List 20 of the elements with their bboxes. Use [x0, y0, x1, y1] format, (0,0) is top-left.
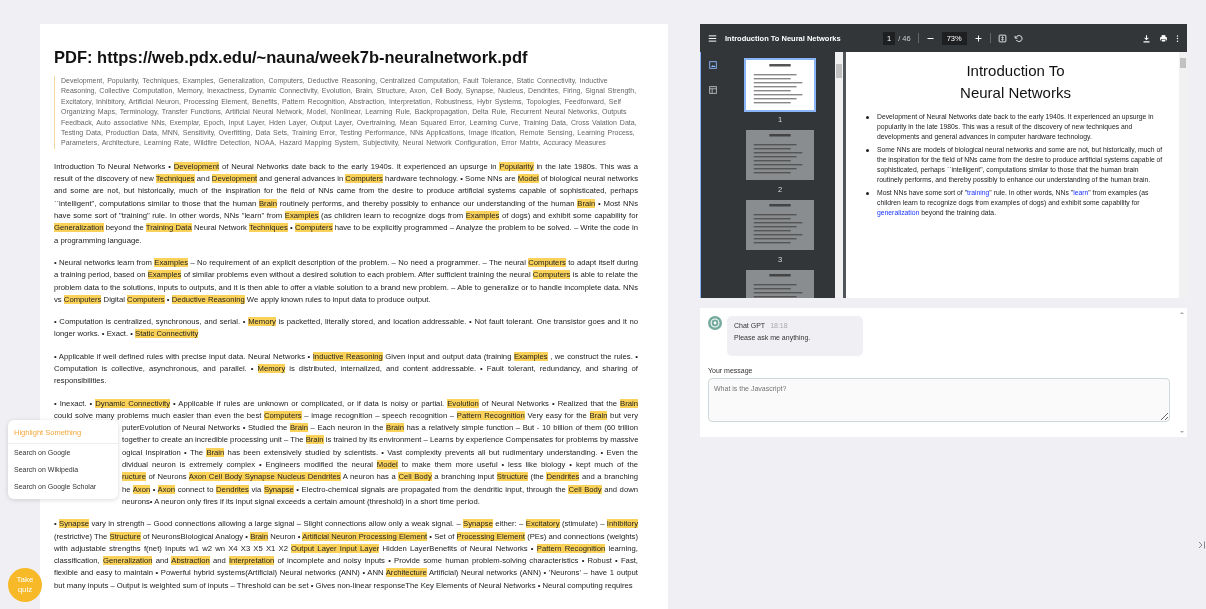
scrollbar[interactable] [835, 52, 843, 298]
fit-page-icon[interactable] [997, 33, 1007, 43]
bullet-dot [866, 116, 869, 119]
rotate-icon[interactable] [1013, 33, 1023, 43]
more-icon[interactable] [1176, 33, 1179, 43]
zoom-in-icon[interactable] [973, 33, 983, 43]
bullet-dot [866, 192, 869, 195]
page-thumbnail[interactable] [746, 60, 814, 110]
page-thumbnail[interactable] [746, 200, 814, 250]
page-thumbnail[interactable] [746, 130, 814, 180]
menu-icon[interactable] [708, 33, 717, 43]
thumbnails-icon[interactable] [708, 60, 718, 70]
page-title: PDF: https://web.pdx.edu/~nauna/week7b-neuralnetwork.pdf [54, 47, 529, 68]
download-icon[interactable] [1142, 33, 1151, 43]
slide-title: Introduction To Neural Networks [959, 61, 1072, 103]
bullet-dot [866, 149, 869, 152]
print-icon[interactable] [1159, 33, 1168, 43]
chevron-bar-icon[interactable] [1198, 540, 1206, 550]
outline-icon[interactable] [708, 85, 718, 95]
bot-avatar-icon [708, 316, 722, 330]
